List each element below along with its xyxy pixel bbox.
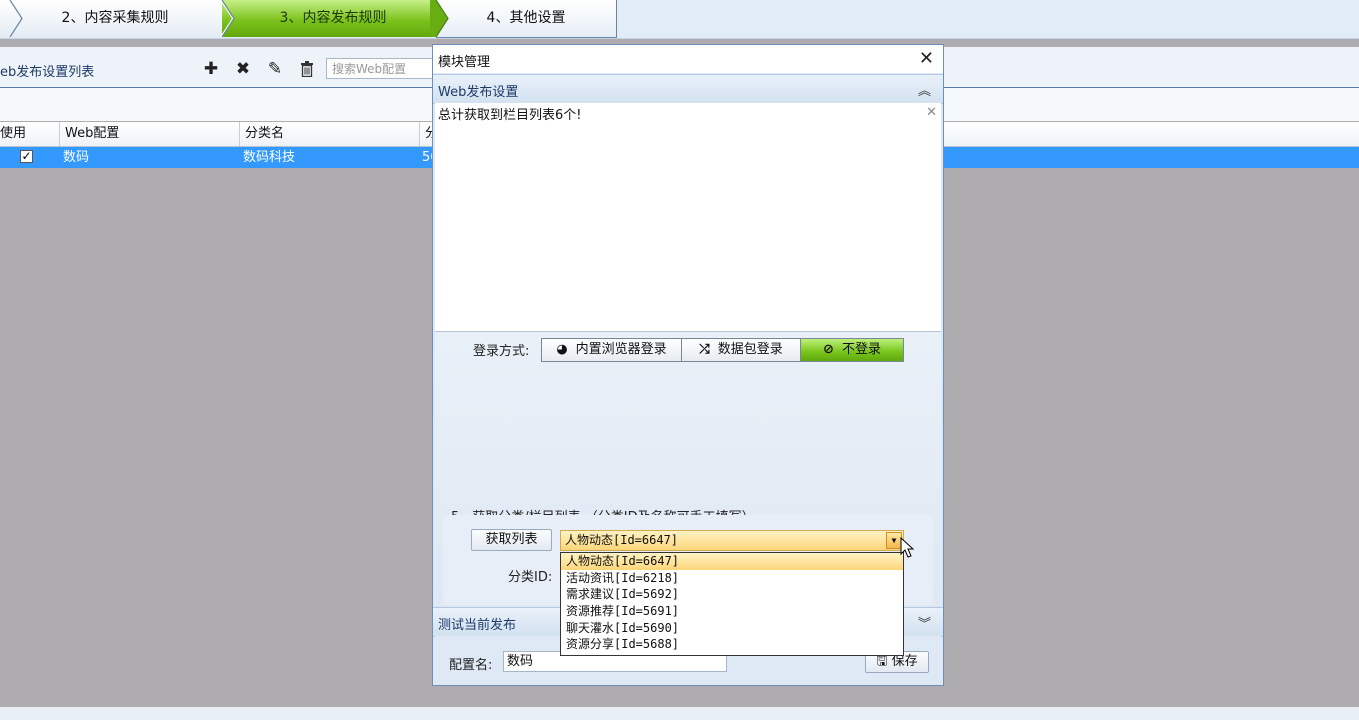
clear-log-icon[interactable]: ✕ — [926, 105, 937, 120]
category-dropdown-list: 人物动态[Id=6647] 活动资讯[Id=6218] 需求建议[Id=5692… — [560, 552, 904, 656]
login-packet-button[interactable]: ⤮ 数据包登录 — [681, 338, 801, 362]
shuffle-icon: ⤮ — [699, 342, 710, 357]
step-content-publish-rules[interactable]: 3、内容发布规则 — [222, 0, 444, 37]
step-label: 3、内容发布规则 — [279, 10, 387, 26]
step-other-settings[interactable]: 4、其他设置 — [436, 0, 617, 38]
login-none-button[interactable]: ⊘ 不登录 — [800, 338, 904, 362]
list-item[interactable]: 资源推荐[Id=5691] — [561, 603, 903, 620]
log-text: 总计获取到栏目列表6个! — [438, 108, 582, 123]
status-strip — [0, 707, 1359, 720]
no-entry-icon: ⊘ — [823, 342, 834, 357]
edit-pencil-icon[interactable]: ✎ — [266, 59, 284, 79]
delete-x-icon[interactable]: ✖ — [234, 59, 252, 79]
category-combobox[interactable]: 人物动态[Id=6647] ▼ — [560, 530, 904, 551]
search-web-config-input[interactable]: 搜索Web配置 — [326, 58, 436, 79]
step-chevron-icon — [9, 0, 23, 37]
enabled-checkbox[interactable]: ✓ — [20, 150, 33, 163]
dialog-title-bar: 模块管理 ✕ — [433, 45, 943, 73]
section-web-publish-header[interactable]: Web发布设置 ︽ — [433, 74, 943, 104]
list-item[interactable]: 人物动态[Id=6647] — [561, 553, 903, 570]
list-item[interactable]: 活动资讯[Id=6218] — [561, 570, 903, 587]
section-title: Web发布设置 — [438, 85, 519, 100]
panel-title: eb发布设置列表 — [0, 65, 95, 80]
expand-down-icon[interactable]: ︾ — [918, 613, 931, 632]
cell-category: 数码科技 — [243, 150, 296, 165]
fetch-list-button[interactable]: 获取列表 — [471, 529, 552, 551]
login-method-label: 登录方式: — [473, 344, 530, 359]
module-manager-dialog: 模块管理 ✕ Web发布设置 ︽ 总计获取到栏目列表6个! ✕ 登录方式: ◕ 内… — [432, 44, 944, 686]
step-label: 4、其他设置 — [486, 10, 566, 26]
collapse-up-icon[interactable]: ︽ — [918, 80, 931, 99]
globe-icon: ◕ — [556, 342, 568, 357]
step-wizard-bar: 2、内容采集规则 3、内容发布规则 4、其他设置 — [0, 0, 1359, 39]
log-output: 总计获取到栏目列表6个! ✕ — [435, 103, 941, 332]
step-chevron-icon — [430, 0, 449, 37]
login-builtin-browser-button[interactable]: ◕ 内置浏览器登录 — [541, 338, 682, 362]
list-item[interactable]: 需求建议[Id=5692] — [561, 586, 903, 603]
mouse-cursor-icon — [900, 537, 915, 558]
add-icon[interactable]: ✚ — [202, 59, 220, 79]
column-header-web-config[interactable]: Web配置 — [60, 122, 240, 146]
section-title: 测试当前发布 — [438, 618, 517, 633]
category-id-label: 分类ID: — [508, 570, 553, 585]
column-header-category[interactable]: 分类名 — [240, 122, 420, 146]
step-chevron-icon — [220, 0, 235, 37]
list-item[interactable]: 聊天灌水[Id=5690] — [561, 620, 903, 637]
list-item[interactable]: 资源分享[Id=5688] — [561, 636, 903, 653]
close-icon[interactable]: ✕ — [919, 48, 934, 69]
save-disk-icon: 🖫 — [876, 654, 892, 669]
step-content-collection-rules[interactable]: 2、内容采集规则 — [0, 0, 230, 37]
combobox-value: 人物动态[Id=6647] — [565, 533, 679, 547]
trash-icon[interactable] — [298, 60, 316, 78]
config-name-label: 配置名: — [449, 658, 493, 673]
step-label: 2、内容采集规则 — [61, 10, 169, 26]
cell-web-config: 数码 — [63, 150, 90, 165]
dialog-title: 模块管理 — [438, 55, 491, 70]
column-header-enabled[interactable]: 使用 — [0, 122, 60, 146]
